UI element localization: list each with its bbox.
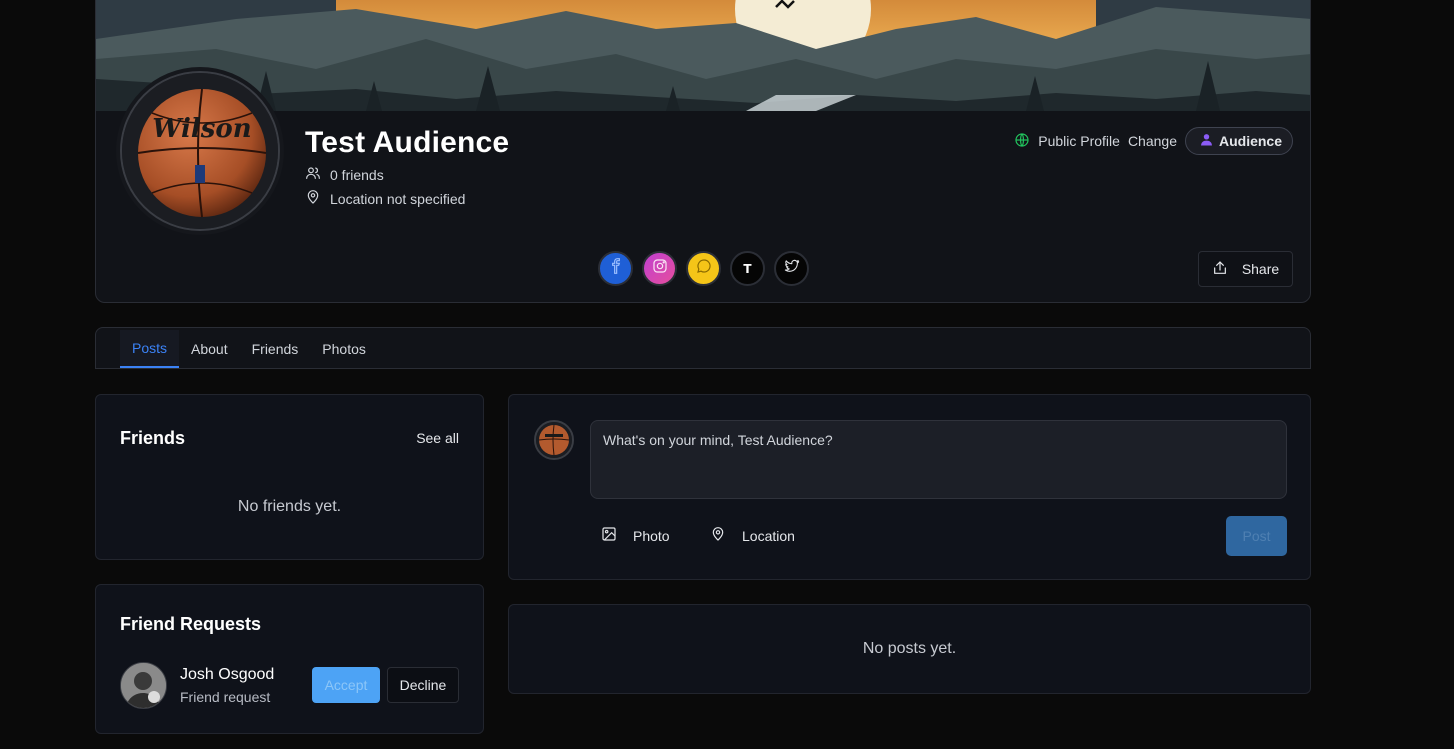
post-button[interactable]: Post xyxy=(1226,516,1287,556)
profile-tabs: Posts About Friends Photos xyxy=(95,327,1311,369)
tab-photos[interactable]: Photos xyxy=(310,330,378,368)
visibility-row: Public Profile Change Audience xyxy=(1014,127,1293,155)
location-button[interactable]: Location xyxy=(710,526,795,545)
no-posts-message: No posts yet. xyxy=(862,640,957,657)
facebook-link[interactable] xyxy=(598,251,633,286)
see-all-link[interactable]: See all xyxy=(416,430,459,446)
location-label: Location xyxy=(742,527,795,544)
chat-icon xyxy=(696,258,712,279)
tab-about[interactable]: About xyxy=(179,330,240,368)
tab-friends[interactable]: Friends xyxy=(240,330,311,368)
no-friends-message: No friends yet. xyxy=(237,498,342,515)
users-icon xyxy=(305,165,321,184)
request-name: Josh Osgood xyxy=(180,666,275,683)
photo-label: Photo xyxy=(633,527,670,544)
facebook-icon xyxy=(608,258,624,279)
post-input[interactable]: What's on your mind, Test Audience? xyxy=(590,420,1287,499)
profile-name: Test Audience xyxy=(305,126,510,159)
change-visibility-link[interactable]: Change xyxy=(1128,133,1177,149)
share-button[interactable]: Share xyxy=(1198,251,1293,287)
post-composer: What's on your mind, Test Audience? Phot… xyxy=(508,394,1311,580)
friend-requests-panel: Friend Requests Josh Osgood Friend reque… xyxy=(95,584,484,734)
avatar-brand-text: Wilson xyxy=(152,114,251,144)
avatar[interactable] xyxy=(120,662,167,709)
audience-button[interactable]: Audience xyxy=(1184,127,1293,155)
image-icon xyxy=(601,526,617,545)
decline-button[interactable]: Decline xyxy=(387,667,459,703)
instagram-link[interactable] xyxy=(642,251,677,286)
share-label: Share xyxy=(1241,261,1280,277)
friends-panel-title: Friends xyxy=(120,428,186,448)
posts-panel: No posts yet. xyxy=(508,604,1311,694)
location-text: Location not specified xyxy=(330,190,466,207)
social-links: T xyxy=(598,251,809,286)
globe-icon xyxy=(1014,132,1030,151)
avatar xyxy=(534,420,574,460)
tab-posts[interactable]: Posts xyxy=(120,330,180,368)
chat-link[interactable] xyxy=(686,251,721,286)
friend-requests-title: Friend Requests xyxy=(120,614,262,634)
map-pin-icon xyxy=(710,526,726,545)
instagram-icon xyxy=(652,258,668,279)
accept-button[interactable]: Accept xyxy=(312,667,380,703)
friends-panel: Friends See all No friends yet. xyxy=(95,394,484,560)
person-icon xyxy=(1200,133,1213,149)
twitter-link[interactable] xyxy=(774,251,809,286)
cover-image xyxy=(96,0,1310,111)
t-icon: T xyxy=(743,261,752,276)
share-icon xyxy=(1212,260,1228,279)
friends-count-row: 0 friends xyxy=(305,165,384,184)
profile-avatar[interactable]: Wilson xyxy=(120,71,280,231)
photo-button[interactable]: Photo xyxy=(601,526,670,545)
visibility-label: Public Profile xyxy=(1038,133,1120,149)
profile-card: Wilson Test Audience 0 friends Location … xyxy=(95,0,1311,303)
map-pin-icon xyxy=(305,189,321,208)
location-row: Location not specified xyxy=(305,189,465,208)
twitter-icon xyxy=(784,258,800,279)
request-subtitle: Friend request xyxy=(180,689,271,705)
friends-count: 0 friends xyxy=(330,166,384,183)
threads-link[interactable]: T xyxy=(730,251,765,286)
audience-label: Audience xyxy=(1218,133,1282,149)
